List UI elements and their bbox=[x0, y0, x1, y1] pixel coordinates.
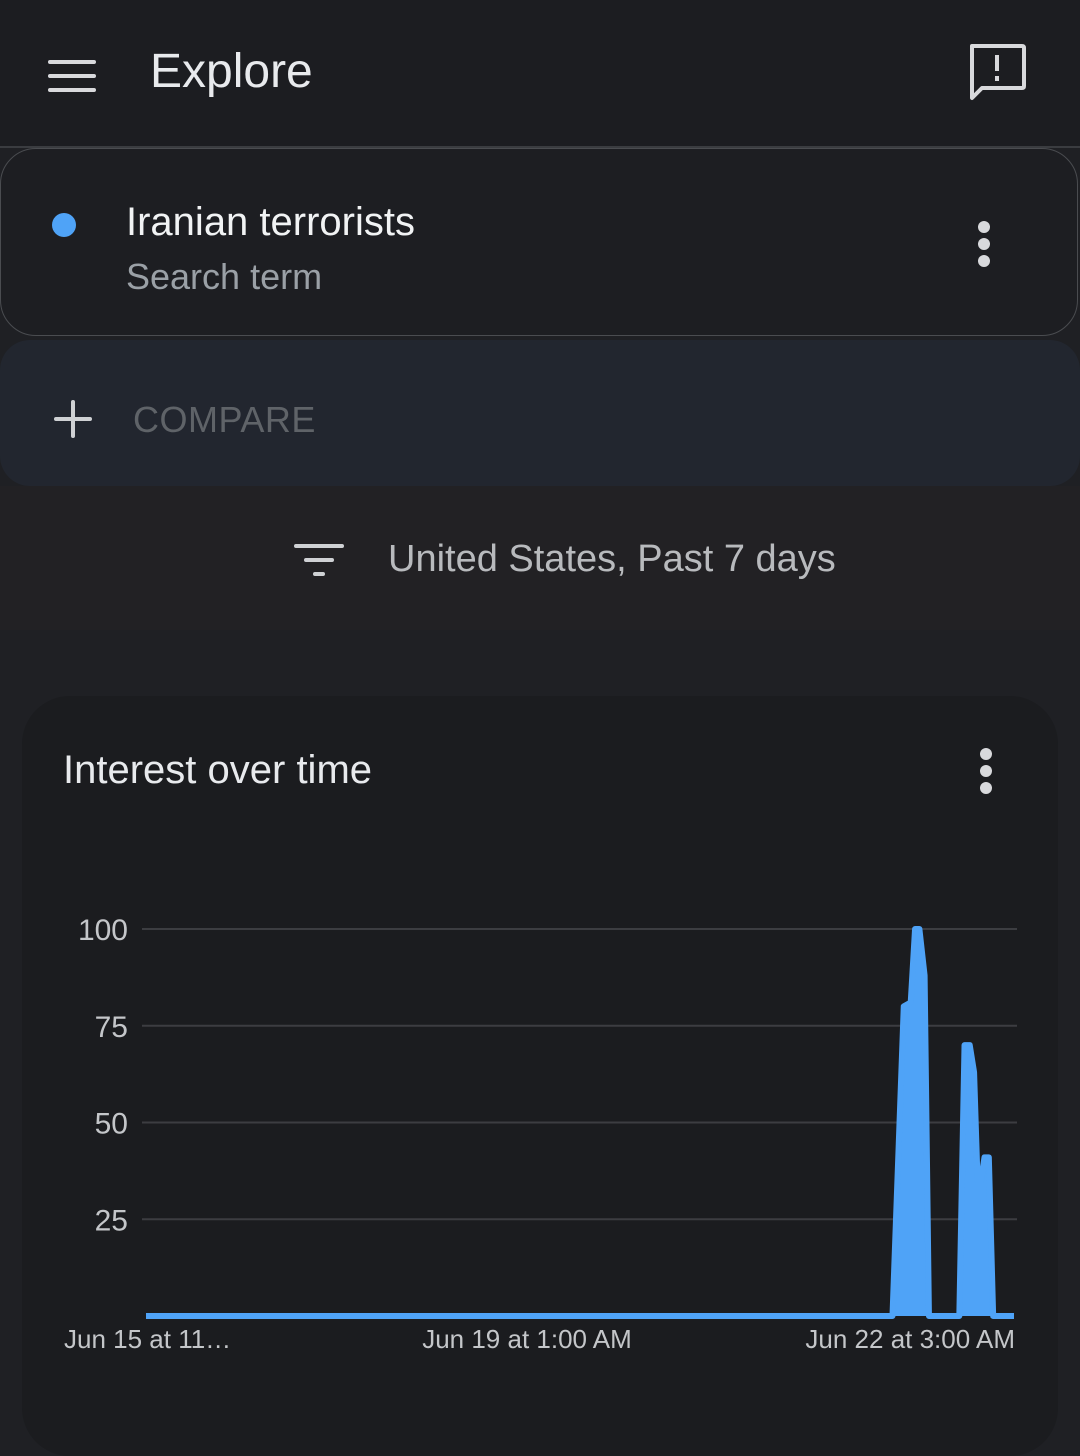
x-tick-label: Jun 22 at 3:00 AM bbox=[805, 1324, 1015, 1354]
y-tick-label: 75 bbox=[95, 1011, 128, 1044]
y-tick-label: 100 bbox=[78, 914, 128, 947]
x-tick-label: Jun 19 at 1:00 AM bbox=[422, 1324, 632, 1354]
y-tick-label: 50 bbox=[95, 1108, 128, 1141]
x-tick-label: Jun 15 at 11… bbox=[64, 1324, 231, 1354]
y-tick-label: 25 bbox=[95, 1204, 128, 1237]
interest-chart: 100 75 50 25 Jun 15 at 11… Jun 19 at 1:00 AM J… bbox=[64, 914, 1017, 1354]
